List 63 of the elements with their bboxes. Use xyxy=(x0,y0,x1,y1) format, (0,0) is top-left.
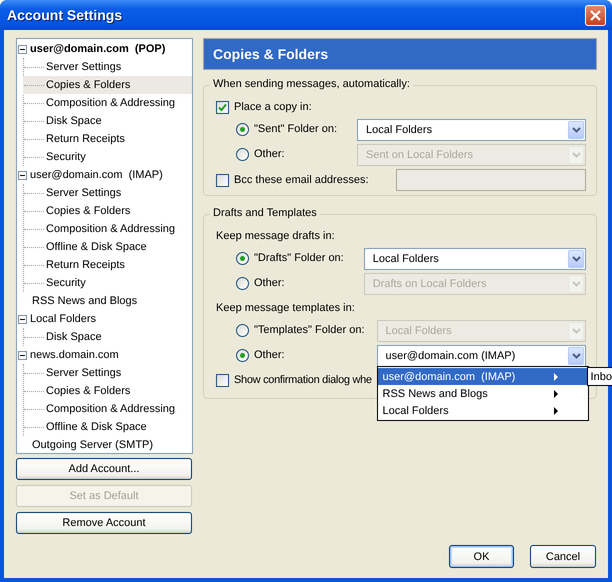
tree-item[interactable]: user@domain.com (IMAP) xyxy=(17,166,192,184)
tree-item[interactable]: Server Settings xyxy=(23,184,192,202)
tree-item[interactable]: Composition & Addressing xyxy=(23,94,192,112)
group-legend: Drafts and Templates xyxy=(210,207,320,219)
section-label: Keep message drafts in: xyxy=(216,230,335,242)
collapse-icon[interactable] xyxy=(18,350,27,360)
collapse-icon[interactable] xyxy=(18,170,27,180)
tree-item[interactable]: Return Receipts xyxy=(23,256,192,274)
tree-item[interactable]: Server Settings xyxy=(23,58,192,76)
group-legend: When sending messages, automatically: xyxy=(210,78,413,90)
tree-item[interactable]: Composition & Addressing xyxy=(23,400,192,418)
section-label: Keep message templates in: xyxy=(216,302,355,314)
window-title: Account Settings xyxy=(7,7,124,23)
radio-button[interactable] xyxy=(236,252,249,264)
close-icon[interactable] xyxy=(590,10,601,20)
checkbox-label: Bcc these email addresses: xyxy=(234,174,369,186)
checkbox[interactable] xyxy=(216,174,229,186)
tree-item[interactable]: Copies & Folders xyxy=(23,202,192,220)
checkbox-label: Place a copy in: xyxy=(234,101,312,113)
radio-label: Other: xyxy=(254,277,285,289)
radio-label: "Templates" Folder on: xyxy=(254,324,365,336)
tree-item[interactable]: Server Settings xyxy=(23,364,192,382)
tree-item[interactable]: news.domain.com xyxy=(17,346,192,364)
radio-button[interactable] xyxy=(236,348,249,362)
tree-item[interactable]: Security xyxy=(23,274,192,292)
menu-item[interactable]: Inbo xyxy=(590,370,612,382)
folder-dropdown[interactable]: Local Folders xyxy=(357,119,586,141)
radio-button[interactable] xyxy=(236,122,249,136)
tree-item[interactable]: Return Receipts xyxy=(23,130,192,148)
tree-item[interactable]: user@domain.com (POP) xyxy=(17,40,192,58)
menu-item[interactable]: Local Folders xyxy=(378,402,588,419)
collapse-icon[interactable] xyxy=(18,44,27,54)
dialog-button[interactable]: Cancel xyxy=(530,545,596,568)
account-button[interactable]: Remove Account xyxy=(16,512,192,534)
menu-item[interactable]: user@domain.com (IMAP) xyxy=(378,368,588,385)
radio-button[interactable] xyxy=(236,148,249,160)
tree-item[interactable]: Composition & Addressing xyxy=(23,220,192,238)
tree-item[interactable]: Outgoing Server (SMTP) xyxy=(17,436,192,454)
radio-button[interactable] xyxy=(236,324,249,336)
radio-label: "Drafts" Folder on: xyxy=(254,252,344,264)
checkbox-label: Show confirmation dialog whe xyxy=(234,374,372,386)
panel-title: Copies & Folders xyxy=(213,46,328,62)
tree-item[interactable]: Offline & Disk Space xyxy=(23,418,192,436)
tree-item[interactable]: Copies & Folders xyxy=(23,382,192,400)
tree-item[interactable]: Security xyxy=(23,148,192,166)
account-button[interactable]: Add Account... xyxy=(16,458,192,480)
tree-item[interactable]: Local Folders xyxy=(17,310,192,328)
tree-item[interactable]: Copies & Folders xyxy=(23,76,192,94)
tree-item[interactable]: Offline & Disk Space xyxy=(23,238,192,256)
radio-label: "Sent" Folder on: xyxy=(254,123,338,135)
close-button[interactable] xyxy=(585,4,606,26)
tree-item[interactable]: Disk Space xyxy=(23,112,192,130)
folder-dropdown[interactable]: Local Folders xyxy=(364,248,586,270)
collapse-icon[interactable] xyxy=(18,314,27,324)
radio-label: Other: xyxy=(254,349,285,361)
radio-label: Other: xyxy=(254,148,285,160)
checkbox[interactable] xyxy=(216,100,229,114)
menu-item[interactable]: RSS News and Blogs xyxy=(378,385,588,402)
tree-item[interactable]: RSS News and Blogs xyxy=(17,292,192,310)
dialog-button[interactable]: OK xyxy=(449,545,514,568)
radio-button[interactable] xyxy=(236,276,249,290)
tree-item[interactable]: Disk Space xyxy=(23,328,192,346)
checkbox[interactable] xyxy=(216,374,229,386)
